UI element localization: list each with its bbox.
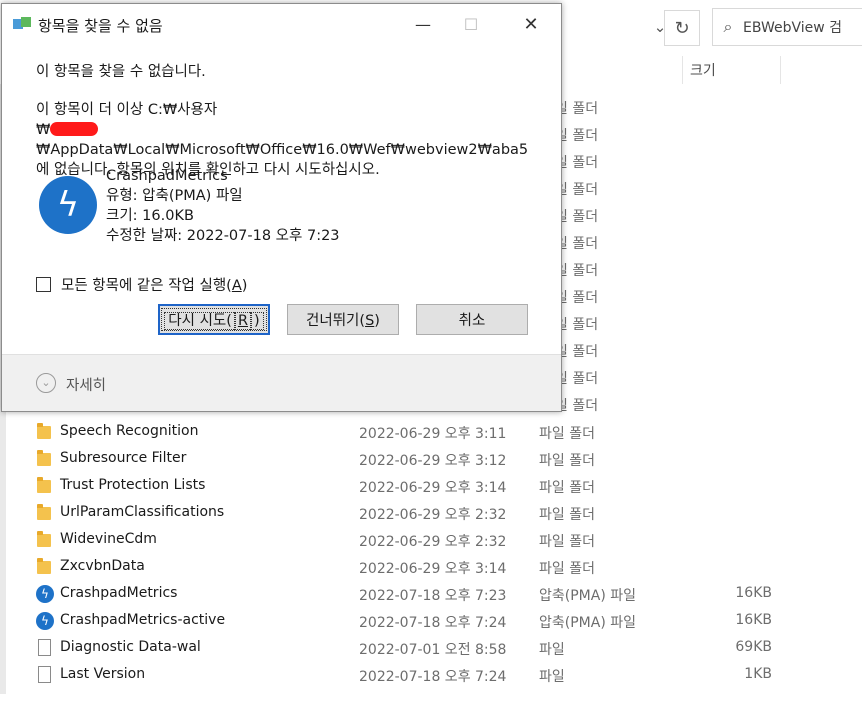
folder-icon	[37, 558, 51, 574]
refresh-button[interactable]: ↻	[664, 10, 700, 46]
crashpad-icon: ϟ	[36, 585, 54, 603]
search-input[interactable]: ⌕ EBWebView 검	[712, 8, 862, 46]
table-row[interactable]: Speech Recognition 2022-06-29 오후 3:11 파일 폴…	[0, 419, 862, 446]
details-toggle[interactable]: 자세히	[66, 374, 106, 395]
file-date-cell: 2022-07-18 오후 7:24	[359, 615, 507, 631]
crashpad-file-icon: ϟ	[39, 176, 97, 234]
file-date-cell: 2022-07-01 오전 8:58	[359, 642, 507, 658]
skip-button[interactable]: 건너뛰기(S)	[287, 304, 399, 335]
file-type-cell: 파일 폴더	[539, 507, 595, 523]
file-move-icon	[13, 17, 31, 31]
file-date-cell: 2022-07-18 오후 7:23	[359, 588, 507, 604]
dialog-titlebar[interactable]: 항목을 찾을 수 없음 — ☐ ✕	[2, 4, 561, 44]
file-name-cell: Trust Protection Lists	[60, 477, 206, 493]
file-size-cell: 16KB	[735, 585, 772, 601]
skip-label: 건너뛰기(S)	[306, 313, 380, 329]
chevron-down-icon[interactable]: ⌄	[36, 373, 56, 393]
file-date-cell: 2022-06-29 오후 3:11	[359, 426, 507, 442]
file-date-cell: 2022-06-29 오후 3:14	[359, 561, 507, 577]
folder-icon	[37, 531, 51, 547]
file-info: CrashpadMetrics 유형: 압축(PMA) 파일 크기: 16.0K…	[106, 166, 340, 246]
folder-icon	[37, 477, 51, 493]
table-row[interactable]: Trust Protection Lists 2022-06-29 오후 3:14…	[0, 473, 862, 500]
search-icon: ⌕	[723, 17, 733, 36]
file-name-cell: ZxcvbnData	[60, 558, 145, 574]
dialog-heading: 이 항목을 찾을 수 없습니다.	[36, 64, 206, 80]
apply-to-all-checkbox[interactable]	[36, 277, 51, 292]
apply-to-all-label: 모든 항목에 같은 작업 실행(A)	[61, 278, 248, 294]
file-name-cell: CrashpadMetrics	[60, 585, 178, 601]
message-line-1: 이 항목이 더 이상 C:₩사용자	[36, 102, 218, 118]
cancel-button[interactable]: 취소	[416, 304, 528, 335]
minimize-button[interactable]: —	[400, 4, 446, 44]
folder-icon	[37, 450, 51, 466]
file-date-cell: 2022-07-18 오후 7:24	[359, 669, 507, 685]
file-name-cell: UrlParamClassifications	[60, 504, 225, 520]
retry-button[interactable]: 다시 시도(R)	[158, 304, 270, 335]
file-name-cell: Diagnostic Data-wal	[60, 639, 201, 655]
file-name-cell: Speech Recognition	[60, 423, 199, 439]
file-size: 크기: 16.0KB	[106, 208, 194, 224]
file-name: CrashpadMetrics	[106, 168, 228, 184]
file-size-cell: 16KB	[735, 612, 772, 628]
file-modified: 수정한 날짜: 2022-07-18 오후 7:23	[106, 228, 340, 244]
file-name-cell: Subresource Filter	[60, 450, 187, 466]
column-separator[interactable]	[780, 56, 781, 84]
file-type-cell: 압축(PMA) 파일	[539, 588, 636, 604]
file-name-cell: Last Version	[60, 666, 146, 682]
search-placeholder: EBWebView 검	[743, 20, 843, 36]
file-icon	[38, 639, 51, 656]
file-icon	[38, 666, 51, 683]
file-size-cell: 69KB	[735, 639, 772, 655]
table-row[interactable]: Last Version 2022-07-18 오후 7:24 파일 1KB	[0, 662, 862, 689]
table-row[interactable]: WidevineCdm 2022-06-29 오후 2:32 파일 폴더	[0, 527, 862, 554]
file-type-cell: 파일	[539, 669, 565, 685]
file-type-cell: 파일 폴더	[539, 453, 595, 469]
file-type-cell: 파일	[539, 642, 565, 658]
dialog-title: 항목을 찾을 수 없음	[38, 17, 163, 35]
folder-icon	[37, 423, 51, 439]
table-row[interactable]: UrlParamClassifications 2022-06-29 오후 2:3…	[0, 500, 862, 527]
table-row[interactable]: Diagnostic Data-wal 2022-07-01 오전 8:58 파일 6…	[0, 635, 862, 662]
file-type-cell: 압축(PMA) 파일	[539, 615, 636, 631]
redaction-mark	[50, 122, 99, 136]
close-button[interactable]: ✕	[508, 4, 554, 44]
folder-icon	[37, 504, 51, 520]
file-date-cell: 2022-06-29 오후 3:14	[359, 480, 507, 496]
file-name-cell: WidevineCdm	[60, 531, 157, 547]
crashpad-icon: ϟ	[36, 612, 54, 630]
file-type-cell: 파일 폴더	[539, 426, 595, 442]
apply-to-all-checkbox-row[interactable]: 모든 항목에 같은 작업 실행(A)	[36, 274, 247, 295]
table-row[interactable]: Subresource Filter 2022-06-29 오후 3:12 파일 폴…	[0, 446, 862, 473]
file-type-cell: 파일 폴더	[539, 561, 595, 577]
file-type-cell: 파일 폴더	[539, 534, 595, 550]
column-separator[interactable]	[682, 56, 683, 84]
dialog-footer: ⌄ 자세히	[2, 355, 561, 411]
file-date-cell: 2022-06-29 오후 2:32	[359, 534, 507, 550]
column-header-size[interactable]: 크기	[690, 60, 716, 80]
maximize-button[interactable]: ☐	[448, 4, 494, 44]
retry-label: 다시 시도(R)	[161, 308, 267, 331]
table-row[interactable]: ϟ CrashpadMetrics-active 2022-07-18 오후 7:2…	[0, 608, 862, 635]
message-line-2: ₩₩AppData₩Local₩Microsoft₩Office₩16.0₩We…	[36, 122, 529, 158]
item-not-found-dialog: 항목을 찾을 수 없음 — ☐ ✕ 이 항목을 찾을 수 없습니다. 이 항목이…	[1, 3, 562, 412]
file-size-cell: 1KB	[744, 666, 772, 682]
file-date-cell: 2022-06-29 오후 3:12	[359, 453, 507, 469]
file-name-cell: CrashpadMetrics-active	[60, 612, 226, 628]
table-row[interactable]: ϟ CrashpadMetrics 2022-07-18 오후 7:23 압축(PMA…	[0, 581, 862, 608]
file-type-cell: 파일 폴더	[539, 480, 595, 496]
file-date-cell: 2022-06-29 오후 2:32	[359, 507, 507, 523]
table-row[interactable]: ZxcvbnData 2022-06-29 오후 3:14 파일 폴더	[0, 554, 862, 581]
file-type: 유형: 압축(PMA) 파일	[106, 188, 243, 204]
